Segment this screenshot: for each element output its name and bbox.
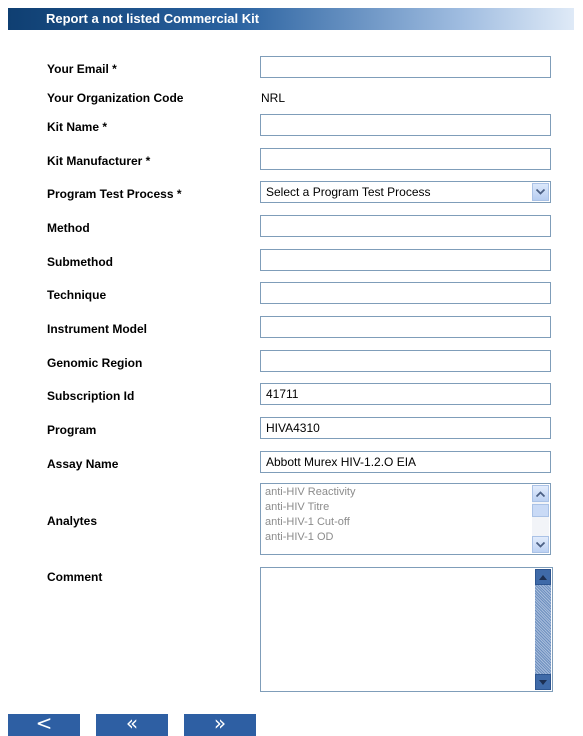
- analyte-option[interactable]: anti-HIV Reactivity: [265, 486, 355, 499]
- analyte-option[interactable]: anti-HIV-1 Cut-off: [265, 516, 350, 529]
- scroll-down-icon[interactable]: [532, 536, 549, 553]
- method-label: Method: [47, 221, 90, 235]
- form-title: Report a not listed Commercial Kit: [46, 11, 260, 26]
- organization-code-value: NRL: [261, 91, 286, 105]
- assay-name-label: Assay Name: [47, 457, 119, 471]
- email-label: Your Email *: [47, 62, 117, 76]
- scroll-down-icon[interactable]: [535, 674, 551, 690]
- instrument-model-field[interactable]: [260, 316, 551, 338]
- analytes-scrollbar[interactable]: [532, 485, 549, 553]
- genomic-region-field[interactable]: [260, 350, 551, 372]
- chevron-down-icon[interactable]: [532, 183, 549, 201]
- comment-scrollbar[interactable]: [535, 569, 551, 690]
- genomic-region-label: Genomic Region: [47, 356, 143, 370]
- analytes-label: Analytes: [47, 514, 98, 528]
- kit-name-label: Kit Name *: [47, 120, 108, 134]
- submethod-field[interactable]: [260, 249, 551, 271]
- analytes-listbox[interactable]: anti-HIV Reactivity anti-HIV Titre anti-…: [260, 483, 551, 555]
- comment-textarea[interactable]: [260, 567, 553, 692]
- first-page-button[interactable]: «: [96, 711, 168, 736]
- analytes-scroll-thumb[interactable]: [532, 504, 549, 517]
- back-button[interactable]: <: [8, 711, 80, 736]
- email-field[interactable]: [260, 56, 551, 78]
- scroll-up-icon[interactable]: [535, 569, 551, 585]
- kit-name-field[interactable]: [260, 114, 551, 136]
- kit-manufacturer-label: Kit Manufacturer *: [47, 154, 151, 168]
- technique-label: Technique: [47, 288, 107, 302]
- submethod-label: Submethod: [47, 255, 113, 269]
- technique-field[interactable]: [260, 282, 551, 304]
- analyte-option[interactable]: anti-HIV Titre: [265, 501, 329, 514]
- subscription-id-label: Subscription Id: [47, 389, 135, 403]
- method-field[interactable]: [260, 215, 551, 237]
- kit-manufacturer-field[interactable]: [260, 148, 551, 170]
- next-button[interactable]: »: [184, 711, 256, 736]
- organization-code-label: Your Organization Code: [47, 91, 184, 105]
- program-field[interactable]: HIVA4310: [260, 417, 551, 439]
- program-test-process-select[interactable]: Select a Program Test Process: [260, 181, 551, 203]
- program-test-process-label: Program Test Process *: [47, 187, 182, 201]
- subscription-id-field[interactable]: 41711: [260, 383, 551, 405]
- comment-label: Comment: [47, 570, 103, 584]
- analyte-option[interactable]: anti-HIV-1 OD: [265, 531, 333, 544]
- double-right-arrow-icon: »: [213, 711, 227, 735]
- instrument-model-label: Instrument Model: [47, 322, 148, 336]
- program-label: Program: [47, 423, 97, 437]
- assay-name-field[interactable]: Abbott Murex HIV-1.2.O EIA: [260, 451, 551, 473]
- back-arrow-icon: <: [35, 711, 53, 735]
- form-header: Report a not listed Commercial Kit: [8, 8, 574, 30]
- program-test-process-selected: Select a Program Test Process: [266, 185, 431, 199]
- scroll-up-icon[interactable]: [532, 485, 549, 502]
- double-left-arrow-icon: «: [125, 711, 139, 735]
